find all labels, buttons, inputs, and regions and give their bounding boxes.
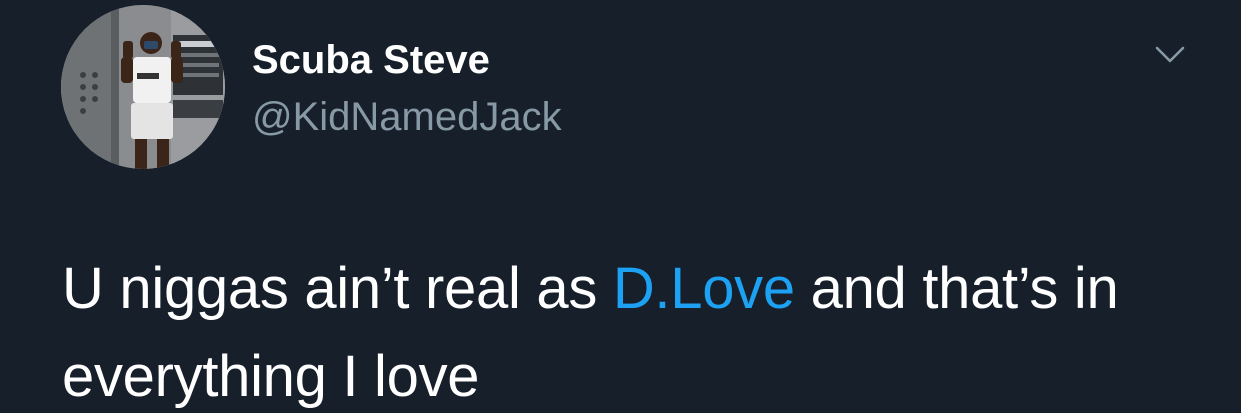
tweet-text: U niggas ain’t real as D.Love and that’s… bbox=[62, 245, 1212, 413]
tweet-text-part1: U niggas ain’t real as bbox=[62, 256, 613, 321]
avatar[interactable] bbox=[61, 5, 225, 169]
author-handle[interactable]: @KidNamedJack bbox=[252, 93, 562, 141]
tweet-menu-button[interactable] bbox=[1150, 40, 1190, 70]
mention-link[interactable]: D.Love bbox=[613, 256, 795, 321]
author-display-name[interactable]: Scuba Steve bbox=[252, 36, 490, 84]
tweet-card: Scuba Steve @KidNamedJack U niggas ain’t… bbox=[0, 0, 1241, 413]
chevron-down-icon bbox=[1155, 46, 1185, 63]
avatar-photo bbox=[61, 5, 225, 169]
